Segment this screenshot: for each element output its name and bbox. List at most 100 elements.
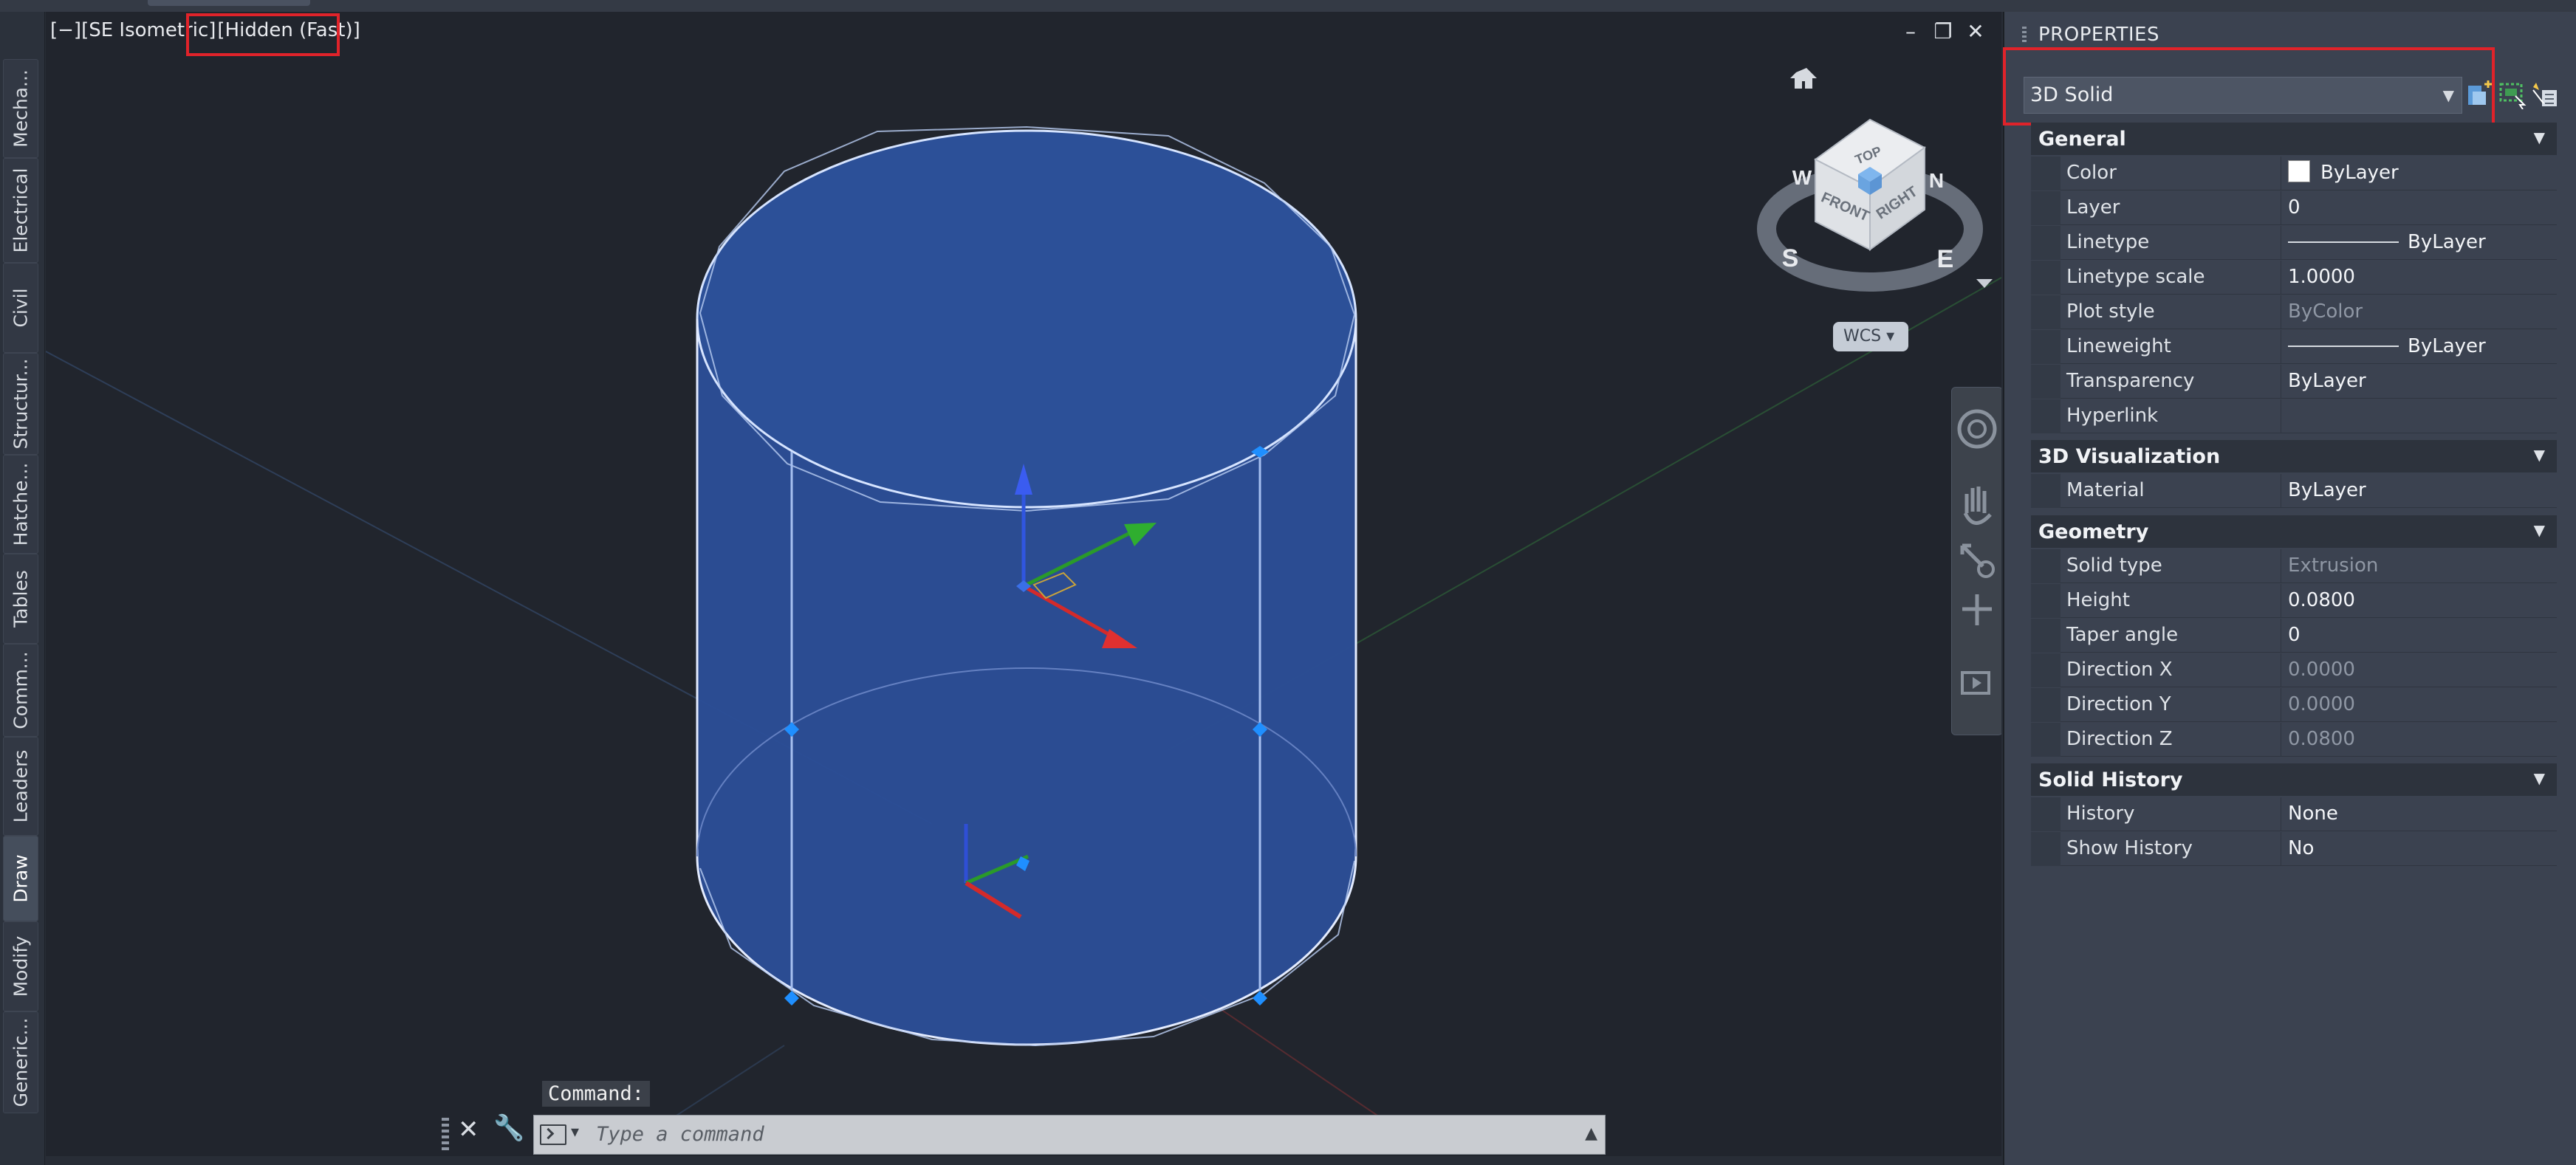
property-value[interactable]: 1.0000 [2288,261,2355,294]
pan-icon[interactable] [1963,487,1992,525]
property-row-history[interactable]: History None [2031,797,2557,831]
property-label: Taper angle [2066,619,2281,652]
ucs-menu[interactable]: WCS ▾ [1833,322,1908,351]
recent-commands-icon[interactable]: ▾ [571,1123,579,1141]
palette-tab-label: Structur... [10,358,32,450]
quick-select-icon[interactable] [2530,80,2560,109]
property-row-transparency[interactable]: Transparency ByLayer [2031,365,2557,399]
palette-tab-tables[interactable]: Tables [3,554,38,644]
line-preview [2288,346,2399,347]
palette-tab-command-tools[interactable]: Comm... [3,644,38,737]
palette-tab-leaders[interactable]: Leaders [3,737,38,836]
palette-grip[interactable] [2022,27,2027,43]
palette-tab-label: Comm... [10,651,32,729]
property-value[interactable]: 0 [2288,619,2301,652]
property-label: Direction Z [2066,723,2281,756]
palette-tab-civil[interactable]: Civil [3,263,38,353]
steering-wheel-icon[interactable] [1957,409,1997,449]
palette-tab-label: Modify [10,935,32,997]
object-type-select[interactable]: 3D Solid ▼ [2024,77,2462,114]
property-label: Direction Y [2066,688,2281,721]
property-label: Lineweight [2066,330,2281,363]
command-history: Command: [542,1081,651,1107]
palette-title: PROPERTIES [2038,24,2159,46]
command-input[interactable] [596,1116,1571,1154]
palette-tab-hatches[interactable]: Hatche... [3,455,38,554]
tool-palette: Mecha... Electrical Civil Structur... Ha… [0,12,45,1165]
compass-w[interactable]: W [1792,166,1812,189]
minimize-icon[interactable]: – [1898,19,1923,44]
property-value[interactable]: ByLayer [2288,365,2366,398]
property-row-lineweight[interactable]: Lineweight ByLayer [2031,330,2557,364]
property-value: 0.0000 [2288,693,2355,715]
compass-n[interactable]: N [1929,169,1944,192]
compass-e[interactable]: E [1937,245,1954,273]
restore-icon[interactable]: ❐ [1931,19,1956,44]
property-value[interactable]: 0.0800 [2288,584,2355,617]
property-value: Extrusion [2288,554,2379,577]
property-row-height[interactable]: Height 0.0800 [2031,584,2557,618]
property-row-hyperlink[interactable]: Hyperlink [2031,399,2557,433]
property-value[interactable]: ByLayer [2288,474,2366,507]
home-icon[interactable] [1790,68,1817,89]
property-row-direction-z[interactable]: Direction Z 0.0800 [2031,723,2557,757]
collapse-icon[interactable]: ▼ [2534,521,2545,539]
palette-tab-draw[interactable]: Draw [3,836,38,921]
model-space-canvas[interactable]: TOP FRONT RIGHT S E N W [46,12,2001,1156]
property-value[interactable]: 0 [2288,191,2301,224]
command-history-toggle-icon[interactable]: ▲ [1585,1124,1597,1143]
palette-tab-generic[interactable]: Generic... [3,1011,38,1113]
section-solid-history[interactable]: Solid History ▼ [2031,763,2557,796]
orbit-icon[interactable] [1962,594,1992,625]
command-line-grip[interactable] [442,1118,449,1152]
compass-s[interactable]: S [1782,244,1799,272]
property-label: Height [2066,584,2281,617]
property-value[interactable]: ByLayer [2288,330,2486,363]
properties-palette: PROPERTIES 3D Solid ▼ General ▼ Color ByL… [2003,12,2576,1165]
command-prompt-icon[interactable] [540,1124,566,1145]
collapse-icon[interactable]: ▼ [2534,769,2545,787]
property-row-layer[interactable]: Layer 0 [2031,191,2557,225]
property-row-direction-y[interactable]: Direction Y 0.0000 [2031,688,2557,722]
close-command-line-icon[interactable]: ✕ [458,1115,479,1144]
property-row-taper-angle[interactable]: Taper angle 0 [2031,619,2557,653]
color-swatch [2288,160,2310,182]
section-3d-visualization[interactable]: 3D Visualization ▼ [2031,440,2557,472]
property-row-solid-type[interactable]: Solid type Extrusion [2031,549,2557,583]
customize-wrench-icon[interactable]: 🔧 [493,1113,524,1143]
property-value[interactable]: None [2288,797,2338,831]
close-viewport-icon[interactable]: ✕ [1963,19,1988,44]
property-label: History [2066,797,2281,831]
toggle-pickadd-icon[interactable] [2465,80,2495,109]
property-label: Solid type [2066,549,2281,582]
property-row-color[interactable]: Color ByLayer [2031,157,2557,190]
property-value[interactable]: ByLayer [2288,157,2399,190]
palette-tab-structural[interactable]: Structur... [3,353,38,455]
command-line: ▾ ▲ [533,1115,1606,1155]
property-row-linetype[interactable]: Linetype ByLayer [2031,226,2557,260]
collapse-icon[interactable]: ▼ [2534,128,2545,146]
drawing-viewport[interactable]: TOP FRONT RIGHT S E N W [−][SE Isometric… [46,12,2001,1156]
navigation-bar[interactable] [1951,387,2001,735]
navbar-tools[interactable] [1952,388,2001,735]
property-label: Direction X [2066,653,2281,687]
section-geometry[interactable]: Geometry ▼ [2031,515,2557,548]
property-row-linetype-scale[interactable]: Linetype scale 1.0000 [2031,261,2557,295]
palette-tab-mechanical[interactable]: Mecha... [3,59,38,158]
active-file-tab[interactable] [148,0,310,6]
property-label: Material [2066,474,2281,507]
palette-tab-modify[interactable]: Modify [3,921,38,1011]
section-general[interactable]: General ▼ [2031,123,2557,155]
property-row-direction-x[interactable]: Direction X 0.0000 [2031,653,2557,687]
collapse-icon[interactable]: ▼ [2534,446,2545,464]
select-objects-icon[interactable] [2498,80,2527,109]
property-value[interactable]: ByLayer [2288,226,2486,259]
title-strip [0,0,2576,12]
section-title: General [2038,128,2126,151]
property-row-material[interactable]: Material ByLayer [2031,474,2557,508]
viewcube-labels: TOP FRONT RIGHT S E N W [1782,143,1954,273]
property-row-show-history[interactable]: Show History No [2031,832,2557,866]
property-row-plot-style[interactable]: Plot style ByColor [2031,295,2557,329]
palette-tab-electrical[interactable]: Electrical [3,158,38,263]
property-value[interactable]: No [2288,832,2314,865]
